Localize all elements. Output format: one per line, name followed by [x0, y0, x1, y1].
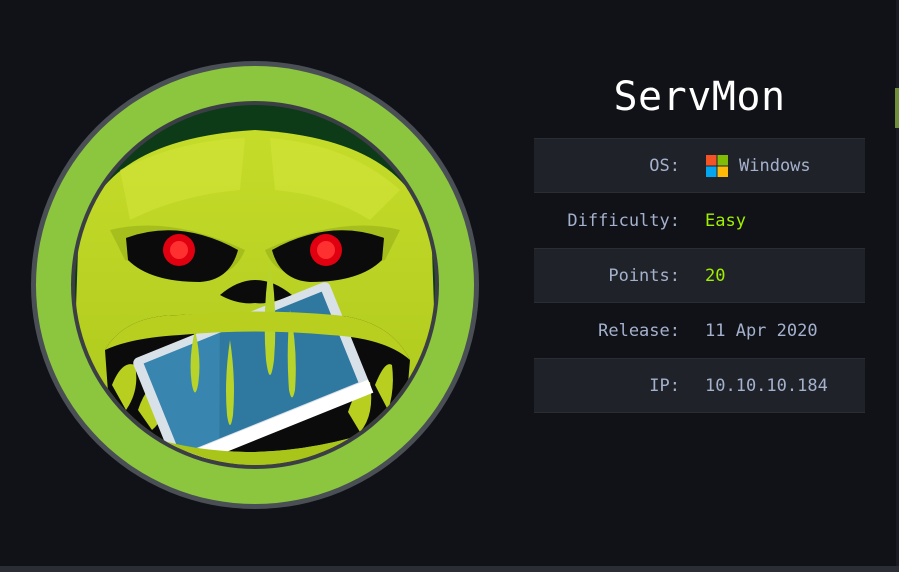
machine-title: ServMon: [613, 74, 786, 120]
difficulty-value: Easy: [705, 210, 746, 231]
ip-label: IP:: [649, 375, 680, 396]
info-row-difficulty: Difficulty: Easy: [534, 193, 865, 248]
info-row-ip: IP: 10.10.10.184: [534, 358, 865, 413]
difficulty-label: Difficulty:: [567, 210, 680, 231]
info-row-os: OS: Windows: [534, 138, 865, 193]
release-label: Release:: [598, 320, 680, 341]
os-label: OS:: [649, 155, 680, 176]
info-row-release: Release: 11 Apr 2020: [534, 303, 865, 358]
right-edge-accent: [895, 88, 899, 128]
bottom-bar: [0, 566, 899, 572]
os-value: Windows: [680, 154, 811, 178]
windows-icon: [706, 154, 728, 177]
points-value: 20: [705, 265, 726, 286]
machine-info-card: ServMon OS: Windows Difficulty: Easy Poi…: [0, 0, 899, 572]
ip-value[interactable]: 10.10.10.184: [680, 376, 828, 396]
machine-info-table: OS: Windows Difficulty: Easy Points: 20 …: [534, 138, 865, 413]
slime-monster-monitor-logo: [31, 61, 479, 509]
release-value: 11 Apr 2020: [705, 320, 818, 341]
points-label: Points:: [608, 265, 680, 286]
info-row-points: Points: 20: [534, 248, 865, 303]
os-value-text: Windows: [739, 155, 811, 176]
